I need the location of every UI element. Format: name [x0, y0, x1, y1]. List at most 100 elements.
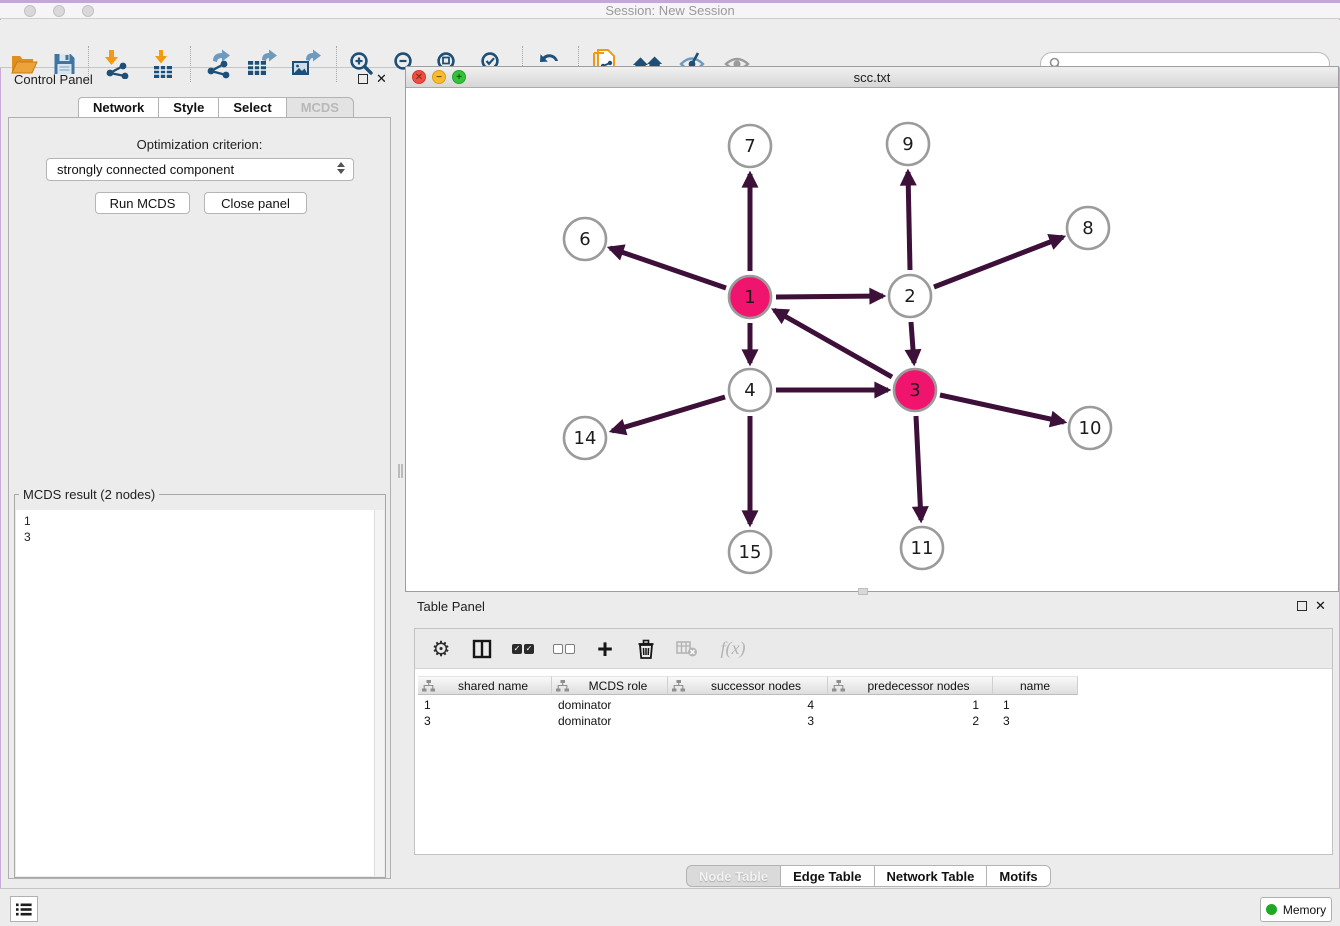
list-icon [16, 903, 32, 916]
network-canvas[interactable]: 7 9 6 8 1 2 4 3 14 10 15 11 [406, 88, 1338, 591]
node-label: 10 [1079, 418, 1102, 439]
column-header-shared-name[interactable]: shared name [418, 676, 552, 695]
edge-3-10[interactable] [940, 395, 1064, 422]
edge-4-14[interactable] [612, 397, 725, 431]
memory-label: Memory [1283, 903, 1326, 917]
close-table-panel-icon[interactable]: ✕ [1315, 601, 1326, 611]
delete-table-icon-disabled [675, 637, 699, 661]
column-visibility-icon[interactable] [470, 637, 494, 661]
status-bar: Memory [0, 888, 1340, 926]
column-header-name[interactable]: name [993, 676, 1078, 695]
node-label: 3 [909, 380, 920, 401]
cell-shared-name[interactable]: 3 [418, 713, 552, 729]
network-window-titlebar[interactable]: ✕ − + scc.txt [406, 67, 1338, 88]
node-label: 9 [902, 134, 913, 155]
import-network-icon[interactable] [100, 49, 132, 79]
column-type-icon [672, 680, 685, 692]
column-type-icon [556, 680, 569, 692]
column-header-successor-nodes[interactable]: successor nodes [668, 676, 828, 695]
cell-name[interactable]: 1 [993, 697, 1078, 713]
cell-mcds-role[interactable]: dominator [552, 713, 668, 729]
table-row[interactable]: 3 dominator 3 2 3 [418, 713, 1078, 729]
optimization-criterion-select[interactable]: strongly connected component [46, 158, 354, 181]
export-image-icon[interactable] [290, 49, 322, 79]
node-label: 4 [744, 380, 755, 401]
graph-edges [610, 172, 1064, 524]
column-header-predecessor-nodes[interactable]: predecessor nodes [828, 676, 993, 695]
edge-2-8[interactable] [934, 237, 1063, 287]
edge-3-11[interactable] [916, 416, 921, 520]
float-panel-icon[interactable] [358, 74, 368, 84]
export-table-icon[interactable] [246, 49, 278, 79]
node-label: 1 [744, 287, 755, 308]
tab-style[interactable]: Style [158, 97, 218, 118]
cell-predecessor-nodes[interactable]: 2 [828, 713, 993, 729]
selected-criterion: strongly connected component [57, 162, 234, 177]
memory-button[interactable]: Memory [1260, 897, 1332, 922]
result-scrollbar[interactable] [374, 510, 384, 876]
edge-1-6[interactable] [610, 248, 726, 288]
node-label: 7 [744, 136, 755, 157]
run-mcds-button[interactable]: Run MCDS [95, 192, 190, 214]
select-all-icon[interactable]: ✓✓ [511, 637, 535, 661]
column-type-icon [832, 680, 845, 692]
tab-network-table[interactable]: Network Table [874, 865, 987, 887]
mcds-panel: Optimization criterion: strongly connect… [8, 117, 391, 879]
cell-mcds-role[interactable]: dominator [552, 697, 668, 713]
tab-node-table[interactable]: Node Table [686, 865, 780, 887]
control-panel-title: Control Panel [14, 72, 93, 87]
cell-shared-name[interactable]: 1 [418, 697, 552, 713]
delete-column-icon[interactable] [634, 637, 658, 661]
optimization-criterion-label: Optimization criterion: [9, 137, 390, 152]
edge-2-3[interactable] [911, 322, 914, 363]
table-toolbar: ⚙ ✓✓ + f(x) [415, 629, 1332, 669]
import-table-icon[interactable] [150, 49, 182, 79]
vertical-splitter-handle[interactable] [398, 464, 403, 478]
horizontal-splitter-handle[interactable] [858, 588, 868, 595]
control-panel-tabs: Network Style Select MCDS [78, 97, 354, 118]
tab-edge-table[interactable]: Edge Table [780, 865, 873, 887]
task-history-button[interactable] [10, 896, 38, 922]
toolbar-separator [336, 46, 337, 82]
edge-2-9[interactable] [908, 172, 910, 270]
mcds-result-area[interactable]: 1 3 [16, 510, 384, 876]
cell-successor-nodes[interactable]: 3 [668, 713, 828, 729]
network-title: scc.txt [406, 70, 1338, 85]
tab-motifs[interactable]: Motifs [986, 865, 1050, 887]
node-label: 11 [911, 538, 934, 559]
edge-1-2[interactable] [776, 296, 883, 297]
function-builder-icon-disabled: f(x) [716, 637, 750, 661]
export-network-icon[interactable] [202, 49, 234, 79]
table-panel-tabs: Node Table Edge Table Network Table Moti… [686, 865, 1051, 887]
add-column-icon[interactable]: + [593, 637, 617, 661]
mcds-result-title: MCDS result (2 nodes) [19, 487, 159, 502]
main-toolbar [0, 20, 1340, 68]
table-header-row: shared name MCDS role successor nodes pr… [418, 676, 1078, 695]
cell-predecessor-nodes[interactable]: 1 [828, 697, 993, 713]
toolbar-separator [190, 46, 191, 82]
close-panel-button[interactable]: Close panel [204, 192, 307, 214]
table-settings-gear-icon[interactable]: ⚙ [429, 637, 453, 661]
deselect-all-icon[interactable] [552, 637, 576, 661]
cell-name[interactable]: 3 [993, 713, 1078, 729]
mcds-result-groupbox: MCDS result (2 nodes) 1 3 [14, 494, 386, 878]
window-titlebar: Session: New Session [0, 0, 1340, 19]
network-graph: 7 9 6 8 1 2 4 3 14 10 15 11 [406, 88, 1338, 591]
tab-select[interactable]: Select [218, 97, 285, 118]
edge-3-1[interactable] [774, 310, 892, 377]
window-title: Session: New Session [0, 3, 1340, 19]
column-header-mcds-role[interactable]: MCDS role [552, 676, 668, 695]
table-row[interactable]: 1 dominator 4 1 1 [418, 697, 1078, 713]
close-panel-icon[interactable]: ✕ [376, 74, 387, 84]
tab-mcds[interactable]: MCDS [286, 97, 354, 118]
select-arrows-icon [337, 162, 345, 174]
memory-status-dot [1266, 904, 1277, 915]
cell-successor-nodes[interactable]: 4 [668, 697, 828, 713]
node-label: 15 [739, 542, 762, 563]
column-type-icon [422, 680, 435, 692]
table-panel-title: Table Panel [417, 599, 485, 614]
node-table: ⚙ ✓✓ + f(x) shared name MCDS role [414, 628, 1333, 855]
node-label: 14 [574, 428, 597, 449]
float-table-panel-icon[interactable] [1297, 601, 1307, 611]
tab-network[interactable]: Network [78, 97, 158, 118]
